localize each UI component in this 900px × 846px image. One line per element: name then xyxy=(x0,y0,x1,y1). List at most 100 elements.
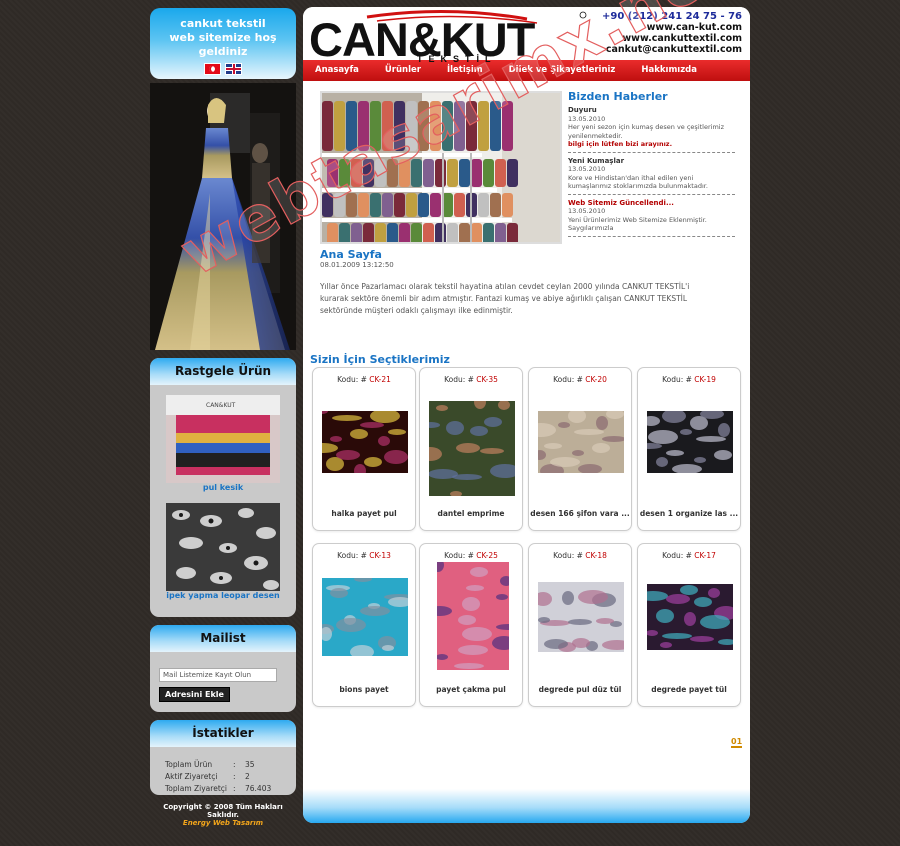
random-product-label-1[interactable]: pul kesik xyxy=(150,483,296,492)
product-card[interactable]: Kodu: # CK-20 desen 166 şifon vara ... xyxy=(528,367,632,531)
maillist-title: Mailist xyxy=(150,625,296,652)
news-heading[interactable]: Duyuru xyxy=(568,106,735,115)
product-card[interactable]: Kodu: # CK-17 degrede payet tül xyxy=(637,543,741,707)
news-item: Yeni Kumaşlar 13.05.2010 Kore ve Hindist… xyxy=(568,157,735,195)
article-date: 08.01.2009 13:12:50 xyxy=(320,261,394,269)
email-link[interactable]: cankut@cankuttextil.com xyxy=(602,44,742,55)
product-card[interactable]: Kodu: # CK-19 desen 1 organize las ... xyxy=(637,367,741,531)
product-name[interactable]: degrede payet tül xyxy=(638,685,740,694)
language-flags xyxy=(150,63,296,75)
product-code-prefix: Kodu: # xyxy=(662,551,692,560)
maillist-add-button[interactable]: Adresini Ekle xyxy=(159,687,230,702)
product-name[interactable]: bions payet xyxy=(313,685,415,694)
product-code: Kodu: # CK-13 xyxy=(313,551,415,560)
nav-item-products[interactable]: Ürünler xyxy=(385,60,421,81)
product-code-prefix: Kodu: # xyxy=(444,375,474,384)
stat-value: 2 xyxy=(245,772,250,781)
site-logo[interactable]: CAN&KUT TEKSTİL xyxy=(307,9,587,63)
website-link-1[interactable]: www.can-kut.com xyxy=(602,22,742,33)
site-header: CAN&KUT TEKSTİL +90 (212) 241 24 75 - 76… xyxy=(303,7,750,63)
product-name[interactable]: degrede pul düz tül xyxy=(529,685,631,694)
news-heading[interactable]: Yeni Kumaşlar xyxy=(568,157,735,166)
product-code: Kodu: # CK-21 xyxy=(313,375,415,384)
product-code-value: CK-35 xyxy=(476,375,498,384)
welcome-box: cankut tekstil web sitemize hoş geldiniz xyxy=(150,8,296,79)
stat-label: Toplam Ziyaretçi xyxy=(165,784,227,793)
stat-row: Toplam Ziyaretçi : 76.403 xyxy=(165,783,296,795)
news-date: 13.05.2010 xyxy=(568,114,606,123)
product-code: Kodu: # CK-25 xyxy=(420,551,522,560)
news-text: Her yeni sezon için kumaş desen ve çeşit… xyxy=(568,123,724,140)
maillist-panel: Mailist Adresini Ekle xyxy=(150,625,296,712)
news-item: Web Sitemiz Güncellendi... 13.05.2010 Ye… xyxy=(568,199,735,237)
left-column: cankut tekstil web sitemize hoş geldiniz xyxy=(150,8,296,827)
product-code-value: CK-18 xyxy=(585,551,607,560)
statistics-title: İstatikler xyxy=(150,720,296,747)
product-card[interactable]: Kodu: # CK-35 dantel emprime xyxy=(419,367,523,531)
maillist-email-input[interactable] xyxy=(159,668,277,682)
stat-label: Toplam Ürün xyxy=(165,760,213,769)
nav-item-about[interactable]: Hakkımızda xyxy=(641,60,697,81)
product-code: Kodu: # CK-18 xyxy=(529,551,631,560)
product-card[interactable]: Kodu: # CK-25 payet çakma pul xyxy=(419,543,523,707)
nav-item-feedback[interactable]: Dilek ve Şikayetleriniz xyxy=(509,60,616,81)
product-name[interactable]: dantel emprime xyxy=(420,509,522,518)
product-name[interactable]: payet çakma pul xyxy=(420,685,522,694)
logo-subtitle: TEKSTİL xyxy=(417,54,497,63)
welcome-line-2: web sitemize hoş geldiniz xyxy=(169,31,277,58)
stat-label: Aktif Ziyaretçi xyxy=(165,772,218,781)
product-image[interactable] xyxy=(429,401,515,496)
product-name[interactable]: desen 1 organize las ... xyxy=(638,509,740,518)
stat-value: 35 xyxy=(245,760,255,769)
product-image[interactable] xyxy=(437,562,509,670)
product-image[interactable] xyxy=(538,582,624,652)
product-code-prefix: Kodu: # xyxy=(337,375,367,384)
product-image[interactable] xyxy=(647,411,733,473)
designer-credit-link[interactable]: Energy Web Tasarım xyxy=(150,819,296,827)
news-link[interactable]: bilgi için lütfen bizi arayınız. xyxy=(568,140,735,149)
picks-title: Sizin İçin Seçtiklerimiz xyxy=(310,353,450,366)
product-image[interactable] xyxy=(322,578,408,656)
news-date: 13.05.2010 xyxy=(568,207,606,215)
english-flag-icon[interactable] xyxy=(225,63,242,75)
product-code-value: CK-19 xyxy=(694,375,716,384)
nav-item-home[interactable]: Anasayfa xyxy=(315,60,359,81)
news-heading[interactable]: Web Sitemiz Güncellendi... xyxy=(568,199,735,208)
article-title: Ana Sayfa xyxy=(320,248,382,261)
stat-row: Toplam Ürün : 35 xyxy=(165,759,296,771)
stat-separator: : xyxy=(233,772,236,781)
random-product-label-2[interactable]: ipek yapma leopar desen xyxy=(150,591,296,600)
product-card[interactable]: Kodu: # CK-21 halka payet pul xyxy=(312,367,416,531)
product-code-value: CK-17 xyxy=(694,551,716,560)
product-card[interactable]: Kodu: # CK-18 degrede pul düz tül xyxy=(528,543,632,707)
nav-item-contact[interactable]: İletişim xyxy=(447,60,483,81)
product-code-value: CK-20 xyxy=(585,375,607,384)
product-code-value: CK-21 xyxy=(369,375,391,384)
turkish-flag-icon[interactable] xyxy=(204,63,221,75)
product-code-value: CK-25 xyxy=(476,551,498,560)
random-product-image-1-logo-text: CAN&KUT xyxy=(206,402,236,409)
product-code-prefix: Kodu: # xyxy=(444,551,474,560)
model-photo xyxy=(150,83,296,350)
product-image[interactable] xyxy=(538,411,624,473)
pager-current-page[interactable]: 01 xyxy=(731,737,743,748)
stat-row: Aktif Ziyaretçi : 2 xyxy=(165,771,296,783)
product-code: Kodu: # CK-35 xyxy=(420,375,522,384)
product-image[interactable] xyxy=(322,411,408,473)
product-code-prefix: Kodu: # xyxy=(553,375,583,384)
random-product-image-1[interactable]: CAN&KUT xyxy=(166,395,280,483)
product-image[interactable] xyxy=(647,584,733,650)
main-navigation: Anasayfa Ürünler İletişim Dilek ve Şikay… xyxy=(303,60,750,81)
website-link-2[interactable]: www.cankuttextil.com xyxy=(602,33,742,44)
random-product-image-2[interactable] xyxy=(166,503,280,591)
product-code: Kodu: # CK-17 xyxy=(638,551,740,560)
product-code: Kodu: # CK-19 xyxy=(638,375,740,384)
product-name[interactable]: halka payet pul xyxy=(313,509,415,518)
product-card[interactable]: Kodu: # CK-13 bions payet xyxy=(312,543,416,707)
product-name[interactable]: desen 166 şifon vara ... xyxy=(529,509,631,518)
copyright-text: Copyright © 2008 Tüm Hakları Saklıdır. xyxy=(163,803,283,819)
stat-value: 76.403 xyxy=(245,784,272,793)
main-content: CAN&KUT TEKSTİL +90 (212) 241 24 75 - 76… xyxy=(303,7,750,823)
product-code: Kodu: # CK-20 xyxy=(529,375,631,384)
article-text: Yıllar önce Pazarlamacı olarak tekstil h… xyxy=(320,282,690,315)
